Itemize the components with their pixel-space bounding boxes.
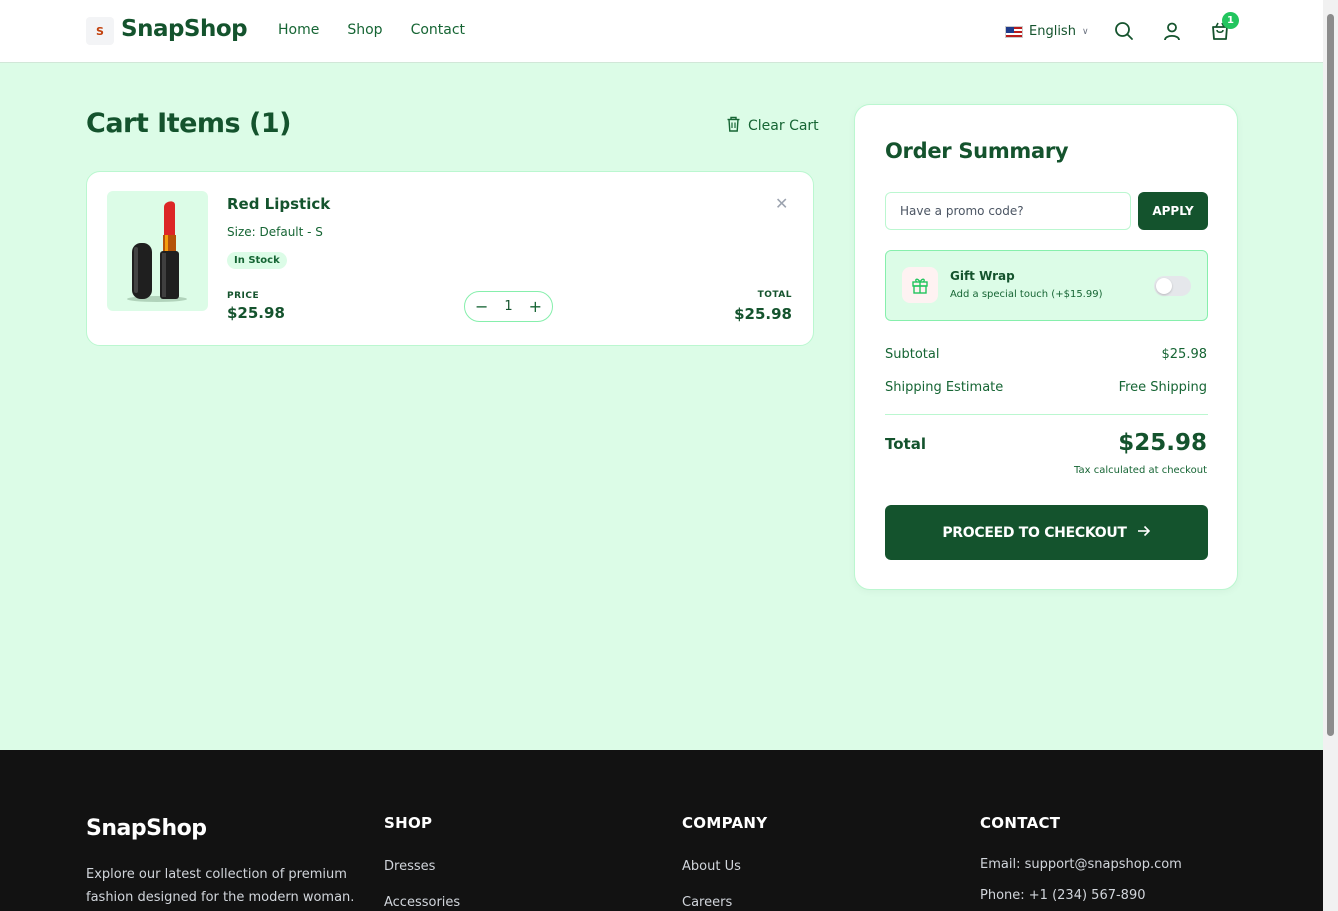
footer-link-about[interactable]: About Us [682,859,741,874]
order-total-value: $25.98 [1118,430,1207,456]
clear-cart-button[interactable]: Clear Cart [726,116,819,136]
footer-contact-title: CONTACT [980,814,1061,832]
price-label: PRICE [227,291,260,301]
arrow-right-icon [1137,525,1151,541]
footer-brand: SnapShop [86,816,207,841]
chevron-down-icon: ∨ [1081,26,1089,37]
footer-email[interactable]: Email: support@snapshop.com [980,857,1182,872]
quantity-stepper: − 1 + [464,291,553,322]
footer-description: Explore our latest collection of premium… [86,867,355,905]
proceed-to-checkout-button[interactable]: PROCEED TO CHECKOUT [885,505,1208,560]
shipping-value: Free Shipping [1118,380,1207,395]
subtotal-value: $25.98 [1161,347,1208,362]
quantity-value[interactable]: 1 [504,299,512,314]
scrollbar-thumb[interactable] [1327,14,1334,736]
page-scrollbar[interactable] [1323,0,1338,911]
apply-promo-button[interactable]: APPLY [1138,192,1208,230]
shipping-label: Shipping Estimate [885,380,1004,395]
brand-name[interactable]: SnapShop [121,16,248,42]
site-header: S SnapShop Home Shop Contact English ∨ 1 [0,0,1323,63]
footer-company-title: COMPANY [682,814,768,832]
product-image[interactable] [107,191,208,311]
cart-count-badge: 1 [1222,12,1239,29]
gift-icon [902,267,938,303]
gift-wrap-toggle[interactable] [1154,276,1191,296]
footer-shop-title: SHOP [384,814,433,832]
us-flag-icon [1005,25,1023,38]
stock-badge: In Stock [227,252,287,269]
total-label: TOTAL [757,290,792,300]
item-total-value: $25.98 [734,305,792,323]
remove-item-close-icon[interactable]: ✕ [775,194,788,213]
nav-contact[interactable]: Contact [411,22,465,38]
footer-link-accessories[interactable]: Accessories [384,895,460,910]
search-icon[interactable] [1113,20,1135,42]
main-nav: Home Shop Contact [278,22,493,38]
logo-icon[interactable]: S [86,17,114,45]
summary-divider [885,414,1208,415]
subtotal-label: Subtotal [885,347,940,362]
order-summary-title: Order Summary [885,139,1069,163]
footer-link-careers[interactable]: Careers [682,895,732,910]
trash-icon [726,116,741,136]
cart-item-card: Red Lipstick Size: Default - S In Stock … [86,171,814,346]
checkout-label: PROCEED TO CHECKOUT [942,524,1127,541]
footer-link-dresses[interactable]: Dresses [384,859,435,874]
nav-shop[interactable]: Shop [347,22,382,38]
promo-code-input[interactable] [885,192,1131,230]
tax-note: Tax calculated at checkout [1074,465,1207,476]
language-label: English [1029,24,1076,39]
clear-cart-label: Clear Cart [748,118,819,134]
cart-title: Cart Items (1) [86,108,292,139]
order-summary-card: Order Summary APPLY Gift Wrap Add a spec… [854,104,1238,590]
site-footer: SnapShop Explore our latest collection o… [0,750,1323,911]
language-selector[interactable]: English ∨ [1005,24,1089,39]
increase-quantity-button[interactable]: + [529,297,542,316]
logo-mark: S [96,24,104,38]
nav-home[interactable]: Home [278,22,319,38]
footer-phone[interactable]: Phone: +1 (234) 567-890 [980,888,1145,903]
gift-wrap-option: Gift Wrap Add a special touch (+$15.99) [885,250,1208,321]
order-total-label: Total [885,435,926,453]
gift-wrap-title: Gift Wrap [950,269,1015,283]
user-icon[interactable] [1161,20,1183,42]
gift-wrap-description: Add a special touch (+$15.99) [950,289,1103,300]
product-size: Size: Default - S [227,225,323,239]
decrease-quantity-button[interactable]: − [475,297,488,316]
price-value: $25.98 [227,304,285,322]
product-name[interactable]: Red Lipstick [227,195,330,213]
